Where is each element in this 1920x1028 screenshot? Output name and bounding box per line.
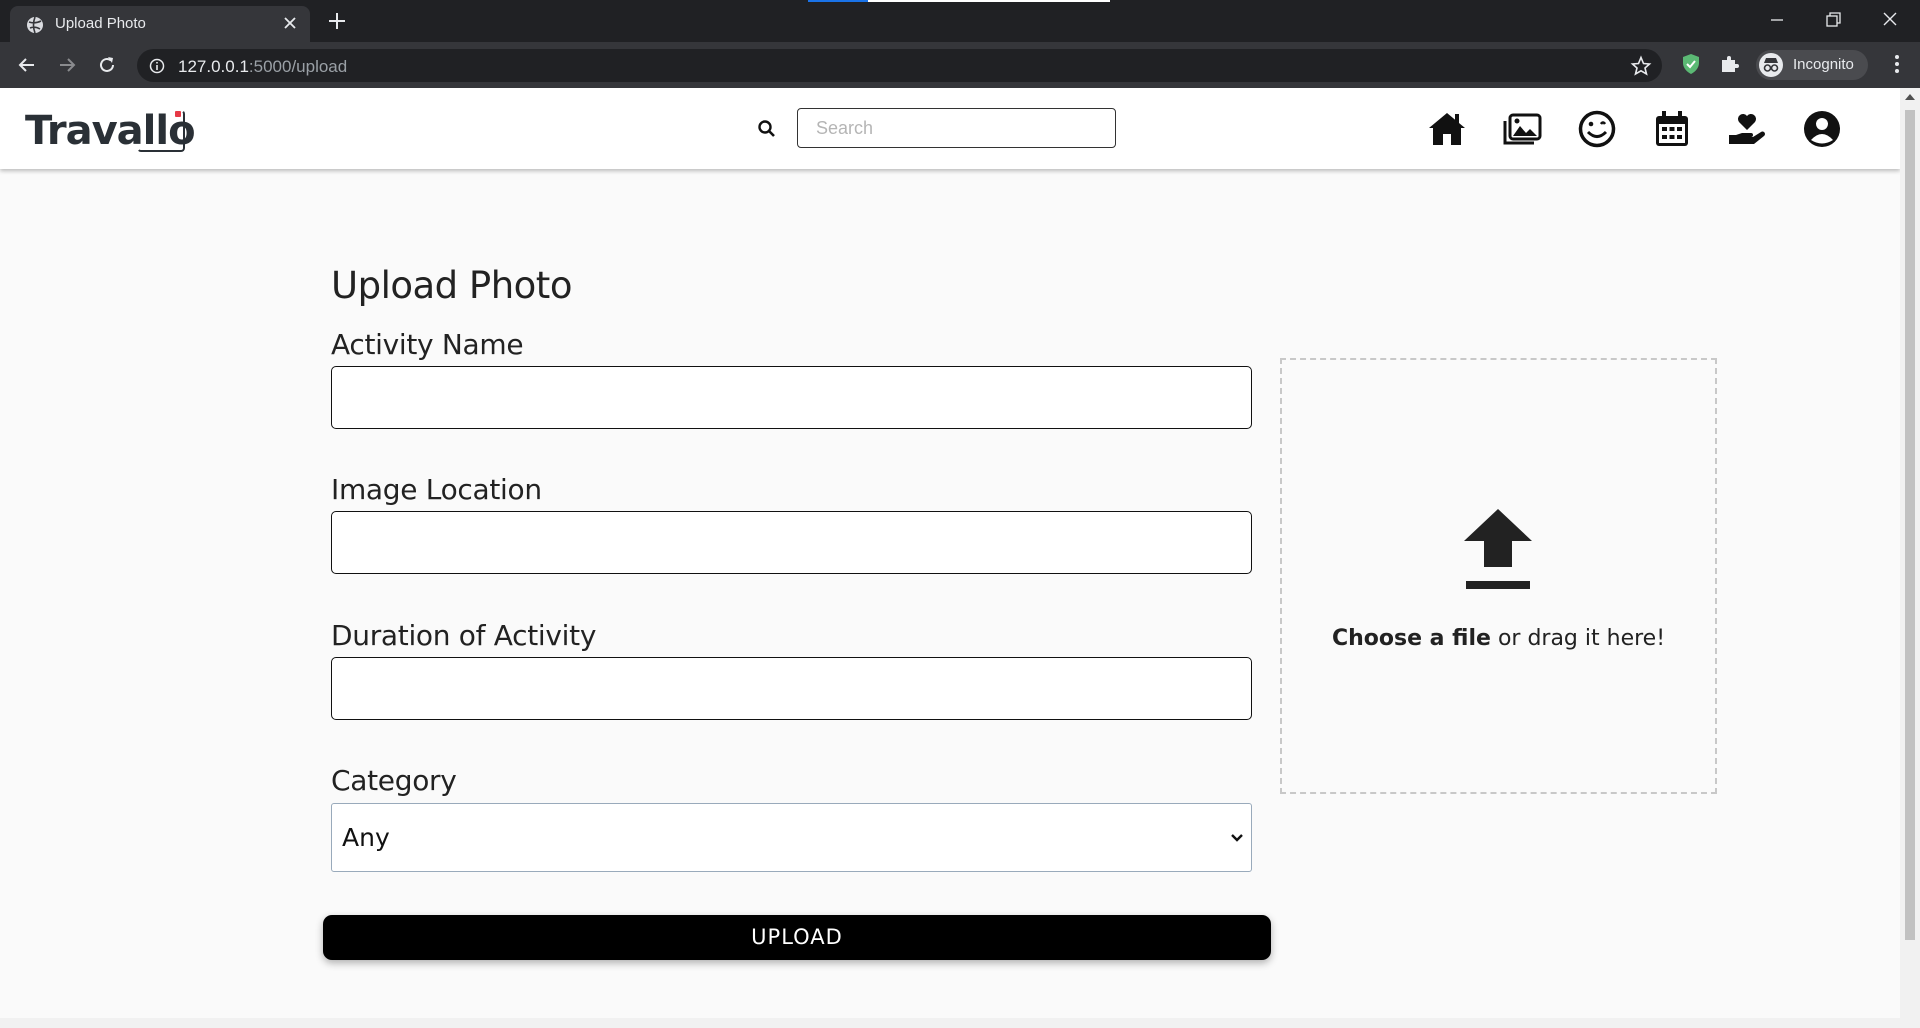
- upload-icon: [1464, 509, 1532, 589]
- image-location-label: Image Location: [331, 473, 542, 506]
- page-content: Travallo Search Upload Photo Activity Na…: [0, 88, 1900, 1018]
- search-icon: [758, 120, 775, 137]
- star-icon[interactable]: [1630, 55, 1652, 77]
- smile-icon[interactable]: [1577, 109, 1617, 149]
- file-dropzone[interactable]: Choose a file or drag it here!: [1280, 358, 1717, 794]
- image-location-input[interactable]: [331, 511, 1252, 574]
- browser-tab[interactable]: Upload Photo: [10, 6, 310, 42]
- gallery-icon[interactable]: [1502, 109, 1542, 149]
- choose-file-link[interactable]: Choose a file: [1332, 626, 1491, 651]
- info-icon[interactable]: [149, 58, 165, 74]
- chevron-down-icon: [1231, 834, 1243, 842]
- site-navbar: Travallo: [0, 88, 1900, 169]
- drag-hint: or drag it here!: [1490, 626, 1666, 651]
- loading-bar-progress: [808, 0, 868, 2]
- shield-extension-icon[interactable]: [1679, 52, 1703, 76]
- close-icon[interactable]: [282, 15, 298, 31]
- globe-icon: [27, 16, 43, 34]
- page-title: Upload Photo: [331, 264, 572, 307]
- restore-icon[interactable]: [1819, 8, 1847, 32]
- incognito-icon: [1759, 53, 1783, 77]
- tab-title: Upload Photo: [55, 15, 146, 32]
- profile-label: Incognito: [1793, 56, 1854, 73]
- horizontal-scrollbar[interactable]: [0, 1018, 1900, 1028]
- account-icon[interactable]: [1802, 109, 1842, 149]
- dropzone-text: Choose a file or drag it here!: [1282, 626, 1715, 651]
- site-logo[interactable]: Travallo: [25, 106, 196, 154]
- duration-input[interactable]: [331, 657, 1252, 720]
- incognito-profile[interactable]: Incognito: [1756, 50, 1868, 80]
- forward-icon[interactable]: [56, 54, 78, 76]
- minimize-icon[interactable]: [1763, 8, 1791, 32]
- category-label: Category: [331, 764, 457, 797]
- scroll-up-arrow-icon[interactable]: [1905, 94, 1915, 100]
- hand-heart-icon[interactable]: [1727, 109, 1767, 149]
- menu-icon[interactable]: [1886, 52, 1908, 76]
- reload-icon[interactable]: [96, 54, 118, 76]
- activity-name-label: Activity Name: [331, 328, 524, 361]
- category-selected-value: Any: [342, 823, 390, 852]
- browser-titlebar: Upload Photo: [0, 0, 1920, 42]
- plus-icon[interactable]: [326, 10, 348, 32]
- browser-toolbar: 127.0.0.1:5000/upload: [0, 42, 1920, 88]
- logo-camera-dot: [175, 111, 181, 117]
- upload-button[interactable]: UPLOAD: [323, 915, 1271, 960]
- search-input[interactable]: [797, 108, 1116, 148]
- scrollbar-thumb[interactable]: [1905, 110, 1915, 940]
- vertical-scrollbar[interactable]: [1900, 88, 1920, 1028]
- duration-label: Duration of Activity: [331, 619, 597, 652]
- category-select[interactable]: Any: [331, 803, 1252, 872]
- activity-name-input[interactable]: [331, 366, 1252, 429]
- home-icon[interactable]: [1427, 109, 1467, 149]
- calendar-icon[interactable]: [1652, 109, 1692, 149]
- back-icon[interactable]: [16, 54, 38, 76]
- window-close-icon[interactable]: [1876, 8, 1904, 32]
- puzzle-icon[interactable]: [1718, 52, 1742, 76]
- url-text: 127.0.0.1:5000/upload: [178, 57, 348, 76]
- address-bar[interactable]: 127.0.0.1:5000/upload: [137, 49, 1662, 82]
